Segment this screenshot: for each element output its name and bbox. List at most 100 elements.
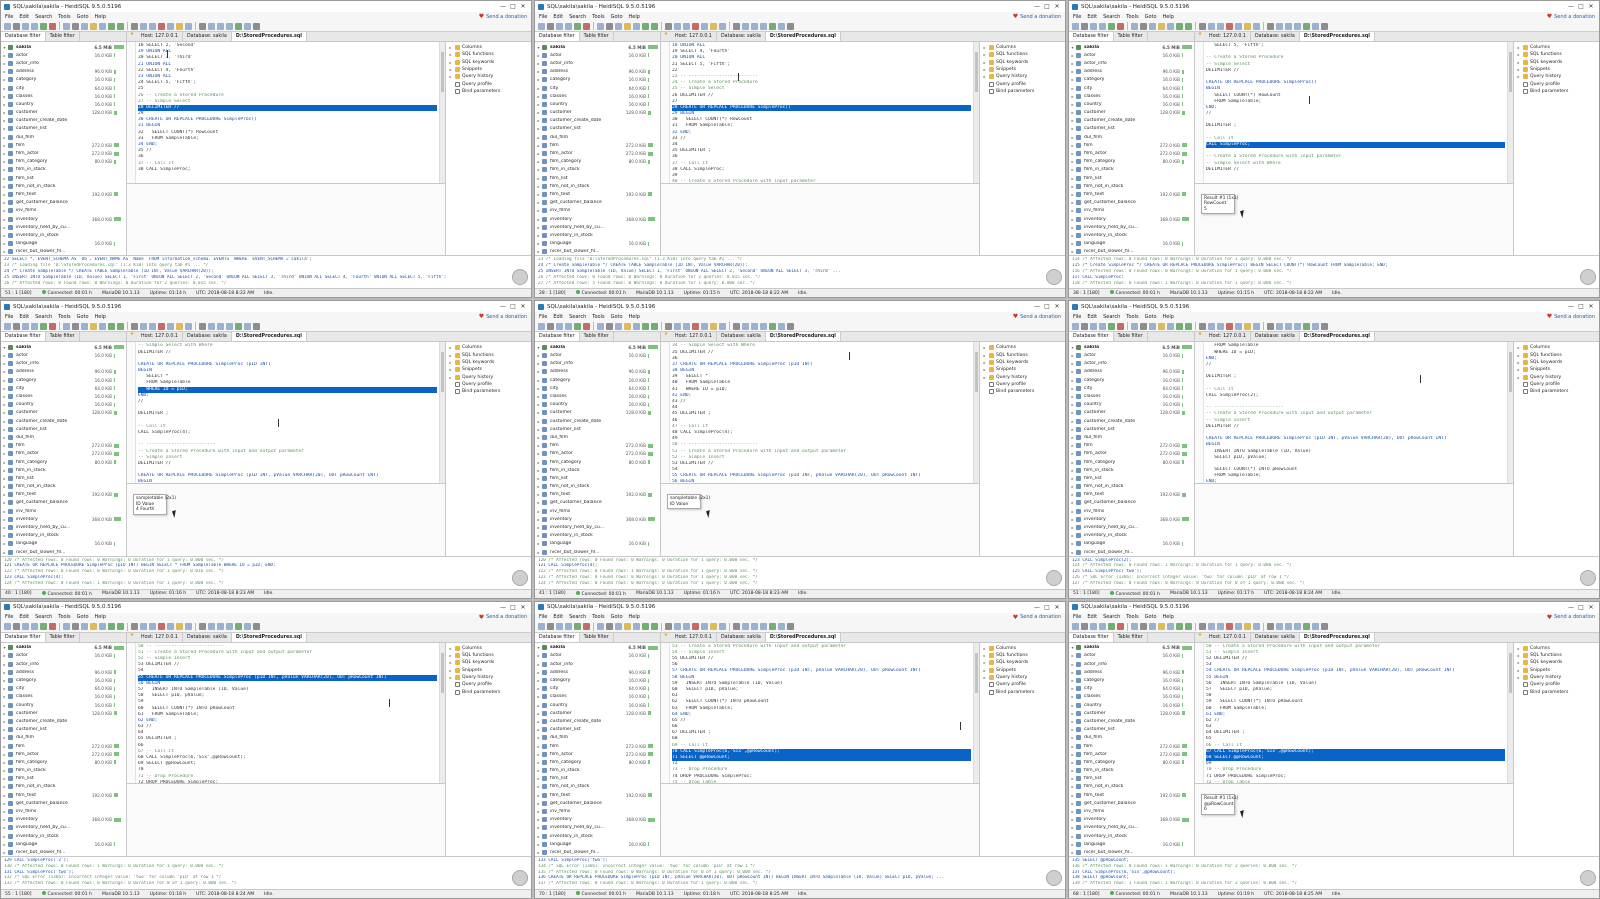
editor-tab[interactable]: Database: sakila [1251, 632, 1300, 642]
toolbar-button-icon[interactable] [1244, 322, 1251, 330]
expand-icon[interactable]: ▸ [535, 208, 542, 213]
expand-icon[interactable]: ▸ [535, 369, 542, 374]
menu-item[interactable]: Help [1163, 314, 1174, 320]
menu-item[interactable]: Tools [58, 14, 70, 20]
toolbar-button-icon[interactable] [1294, 322, 1301, 330]
toolbar-button-icon[interactable] [22, 623, 29, 631]
expand-icon[interactable]: ▸ [1, 435, 8, 440]
toolbar-button-icon[interactable] [1099, 22, 1106, 30]
expand-icon[interactable]: ▸ [982, 345, 987, 350]
expand-icon[interactable]: ▸ [535, 86, 542, 91]
tree-table-node[interactable]: ▸ inventory_in_stock [1069, 832, 1194, 840]
expand-icon[interactable]: ▸ [535, 419, 542, 424]
toolbar-button-icon[interactable] [199, 322, 206, 330]
tree-table-node[interactable]: ▸ inventory 368.0 KiB [1, 816, 126, 824]
favorite-star-icon[interactable]: ★ [661, 633, 671, 642]
expand-icon[interactable]: ▸ [535, 233, 542, 238]
expand-icon[interactable]: ▸ [535, 217, 542, 222]
toolbar-button-icon[interactable] [176, 623, 183, 631]
toolbar-button-icon[interactable] [1217, 322, 1224, 330]
helper-item[interactable]: ▸ SQL keywords [1516, 659, 1597, 666]
result-grid[interactable]: sampletable (2x1) ID Value [667, 494, 710, 510]
toolbar-button-icon[interactable] [556, 22, 563, 30]
helper-item[interactable]: ▸ Snippets [1516, 66, 1597, 73]
expand-icon[interactable]: ▸ [1069, 484, 1076, 489]
toolbar-button-icon[interactable] [778, 623, 785, 631]
expand-icon[interactable]: ▸ [448, 668, 453, 673]
tree-table-node[interactable]: ▸ customer_create_date [535, 417, 660, 425]
filter-tab[interactable]: Table filter [46, 332, 80, 342]
expand-icon[interactable]: ▸ [535, 159, 542, 164]
tree-table-node[interactable]: ▸ nicer_but_slower_fil... [1069, 848, 1194, 856]
checkbox-icon[interactable] [989, 689, 994, 695]
close-button[interactable]: ✕ [518, 604, 528, 611]
expand-icon[interactable]: ▸ [1516, 52, 1521, 57]
expand-icon[interactable]: ▸ [535, 793, 542, 798]
expand-icon[interactable]: ▸ [1069, 167, 1076, 172]
filter-tab[interactable]: Database filter [1, 632, 46, 642]
expand-icon[interactable]: ▸ [1069, 435, 1076, 440]
tree-table-node[interactable]: ▸ inventory_in_stock [1, 832, 126, 840]
tree-table-node[interactable]: ▸ film 272.0 KiB [1069, 141, 1194, 149]
maximize-button[interactable]: □ [1576, 3, 1586, 10]
minimize-button[interactable]: — [498, 303, 508, 310]
toolbar-button-icon[interactable] [199, 623, 206, 631]
scrollbar-thumb[interactable] [1509, 52, 1512, 92]
tree-table-node[interactable]: ▸ inventory 368.0 KiB [1, 515, 126, 523]
helper-item[interactable]: ▸ Snippets [448, 667, 529, 674]
helper-item[interactable]: ▸ Columns [1516, 344, 1597, 351]
helper-item[interactable]: Bind parameters [448, 88, 529, 95]
expand-icon[interactable]: ▸ [1069, 541, 1076, 546]
toolbar-button-icon[interactable] [710, 322, 717, 330]
toolbar-button-icon[interactable] [1081, 623, 1088, 631]
toolbar-button-icon[interactable] [1208, 623, 1215, 631]
tree-table-node[interactable]: ▸ inv_films [1, 507, 126, 515]
toolbar-button-icon[interactable] [1117, 22, 1124, 30]
tree-table-node[interactable]: ▸ actor 16.0 KiB [1, 352, 126, 360]
filter-tab[interactable]: Table filter [46, 32, 80, 41]
tree-table-node[interactable]: ▸ film_actor 272.0 KiB [535, 750, 660, 758]
tree-table-node[interactable]: ▸ film_text 192.0 KiB [535, 791, 660, 799]
tree-table-node[interactable]: ▸ film_text 192.0 KiB [1069, 491, 1194, 499]
editor-tab[interactable]: D:\StoredProcedures.sql [765, 332, 841, 342]
menu-item[interactable]: Edit [1087, 314, 1097, 320]
helper-item[interactable]: Query profile [448, 80, 529, 87]
toolbar-button-icon[interactable] [208, 623, 215, 631]
helper-item[interactable]: Bind parameters [982, 688, 1063, 695]
expand-icon[interactable]: ▸ [1069, 353, 1076, 358]
close-button[interactable]: ✕ [1052, 604, 1062, 611]
toolbar-button-icon[interactable] [72, 322, 79, 330]
toolbar-button-icon[interactable] [1149, 623, 1156, 631]
toolbar-button-icon[interactable] [574, 322, 581, 330]
tree-table-node[interactable]: ▸ film_actor 272.0 KiB [1069, 450, 1194, 458]
expand-icon[interactable]: ▸ [1069, 102, 1076, 107]
tree-table-node[interactable]: ▸ address 96.0 KiB [1, 368, 126, 376]
expand-icon[interactable]: ▸ [1, 159, 8, 164]
toolbar-button-icon[interactable] [167, 22, 174, 30]
tree-table-node[interactable]: ▸ film_not_in_stock [1, 783, 126, 791]
tree-table-node[interactable]: ▸ film_list [1, 174, 126, 182]
sql-editor[interactable]: FROM SampleTable WHERE ID = pID; END;//DE… [1195, 342, 1513, 484]
expand-icon[interactable]: ▸ [1, 719, 8, 724]
tree-table-node[interactable]: ▸ nicer_but_slower_fil... [1, 548, 126, 556]
menu-item[interactable]: Search [569, 614, 586, 620]
expand-icon[interactable]: ▸ [1, 443, 8, 448]
toolbar-button-icon[interactable] [22, 22, 29, 30]
filter-tab[interactable]: Database filter [1069, 32, 1114, 41]
tree-table-node[interactable]: ▸ nicer_but_slower_fil... [535, 848, 660, 856]
tree-table-node[interactable]: ▸ actor_info [1, 660, 126, 668]
favorite-star-icon[interactable]: ★ [661, 32, 671, 41]
expand-icon[interactable]: ▸ [1516, 653, 1521, 658]
tree-table-node[interactable]: ▸ film_not_in_stock [535, 483, 660, 491]
expand-icon[interactable]: ▸ [1, 233, 8, 238]
expand-icon[interactable]: ▸ [1516, 360, 1521, 365]
tree-table-node[interactable]: ▸ country 16.0 KiB [535, 701, 660, 709]
expand-icon[interactable]: ▸ [1069, 361, 1076, 366]
expand-icon[interactable]: ▸ [1069, 126, 1076, 131]
tree-table-node[interactable]: ▸ film_category 80.0 KiB [1069, 758, 1194, 766]
expand-icon[interactable]: ▸ [1, 662, 8, 667]
toolbar-button-icon[interactable] [40, 322, 47, 330]
expand-icon[interactable]: ▸ [535, 176, 542, 181]
toolbar-button-icon[interactable] [1158, 623, 1165, 631]
expand-icon[interactable]: ▸ [1069, 776, 1076, 781]
